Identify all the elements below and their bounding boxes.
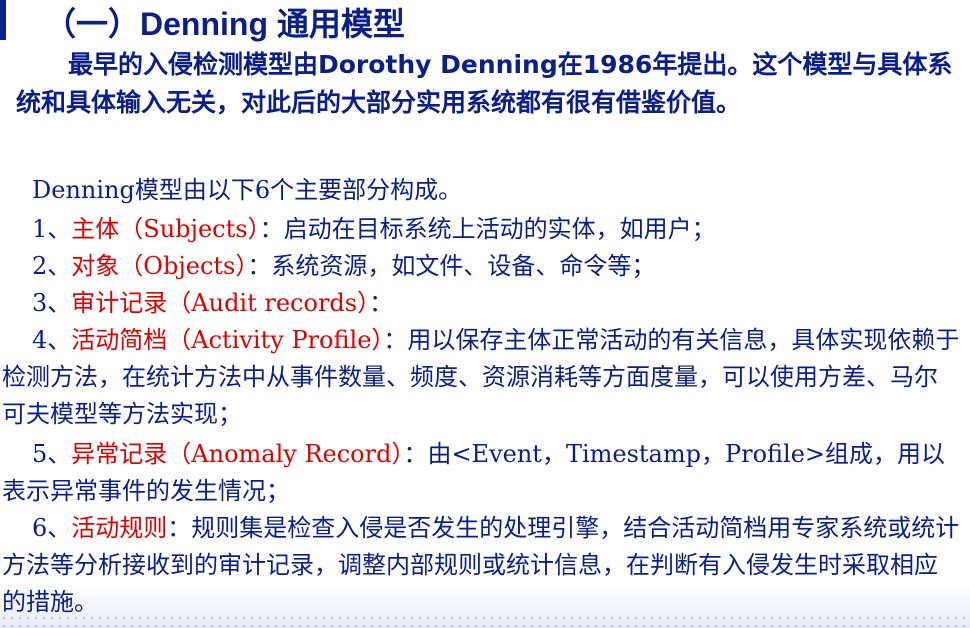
lead-text: Denning模型由以下6个主要部分构成。	[32, 176, 463, 204]
component-item: 4、活动简档（Activity Profile）：用以保存主体正常活动的有关信息…	[2, 322, 960, 433]
item-number: 6、	[32, 514, 72, 542]
item-description: ：系统资源，如文件、设备、命令等；	[247, 252, 656, 280]
slide-title: （一）Denning 通用模型	[44, 6, 405, 42]
component-item: 5、异常记录（Anomaly Record）：由<Event，Timestamp…	[2, 436, 960, 510]
model-lead: Denning模型由以下6个主要部分构成。	[2, 172, 960, 209]
item-number: 1、	[32, 215, 72, 243]
component-item: 6、活动规则：规则集是检查入侵是否发生的处理引擎，结合活动简档用专家系统或统计方…	[2, 510, 960, 621]
item-description: ：启动在目标系统上活动的实体，如用户；	[259, 215, 716, 243]
item-number: 5、	[32, 440, 72, 468]
item-term: 对象（Objects）	[71, 252, 248, 280]
slide: （一）Denning 通用模型 最早的入侵检测模型由Dorothy Dennin…	[0, 0, 970, 628]
item-term: 主体（Subjects）	[71, 215, 260, 243]
item-description: ：	[369, 289, 394, 317]
item-number: 3、	[32, 289, 72, 317]
intro-text: 最早的入侵检测模型由Dorothy Denning在1986年提出。这个模型与具…	[16, 50, 953, 117]
component-item: 2、对象（Objects）：系统资源，如文件、设备、命令等；	[2, 248, 960, 285]
item-term: 审计记录（Audit records）	[71, 289, 370, 317]
item-number: 4、	[32, 326, 72, 354]
component-item: 3、审计记录（Audit records）：	[2, 285, 960, 322]
item-number: 2、	[32, 252, 72, 280]
item-term: 活动规则	[71, 514, 168, 542]
intro-paragraph: 最早的入侵检测模型由Dorothy Denning在1986年提出。这个模型与具…	[16, 46, 964, 122]
decorative-footer-pattern	[0, 614, 970, 628]
item-term: 活动简档（Activity Profile）	[71, 326, 384, 354]
component-item: 1、主体（Subjects）：启动在目标系统上活动的实体，如用户；	[2, 211, 960, 248]
item-term: 异常记录（Anomaly Record）	[71, 440, 404, 468]
accent-bar	[0, 0, 6, 40]
